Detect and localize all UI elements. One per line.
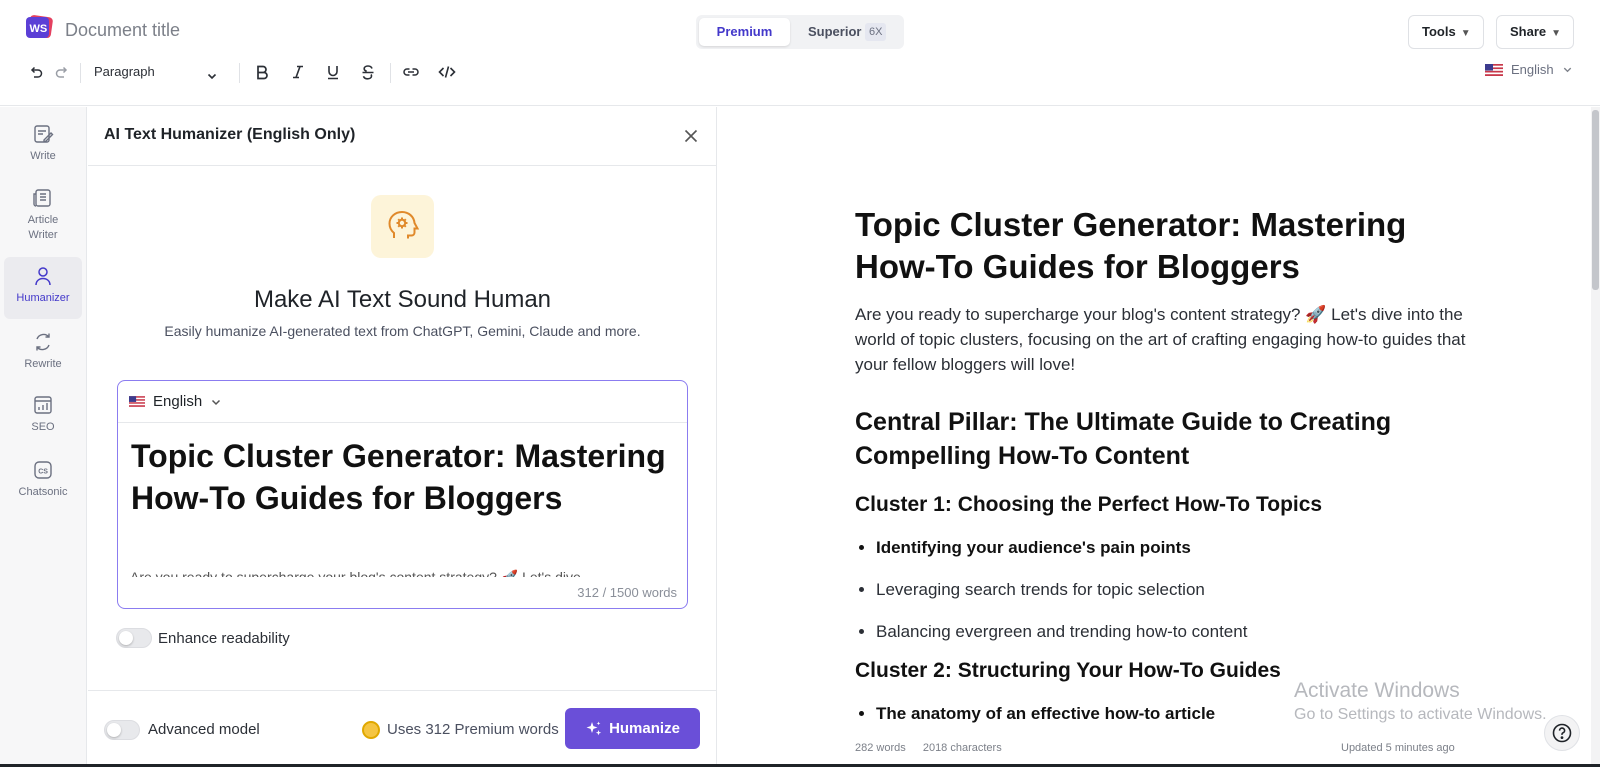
top-bar: WS Document title Premium Superior 6X To… [0,0,1600,106]
toolbar-divider [390,63,391,83]
list-item[interactable]: Balancing evergreen and trending how-to … [876,621,1475,643]
sidebar-item-article-writer[interactable]: Article Writer [4,185,82,247]
us-flag-icon [129,396,145,407]
hero-subtitle: Easily humanize AI-generated text from C… [164,323,641,339]
us-flag-icon [1485,63,1503,76]
svg-text:WS: WS [30,23,48,35]
sidebar-item-label: SEO [31,421,55,433]
chevron-down-icon [206,66,218,90]
sidebar-item-label: Article Writer [27,214,59,241]
close-icon[interactable] [680,125,702,147]
block-style-select[interactable]: Paragraph [94,60,222,84]
document-content[interactable]: Topic Cluster Generator: Mastering How-T… [855,204,1475,745]
panel-footer: Advanced model Uses 312 Premium words Hu… [88,690,717,767]
toolbar-divider [239,63,240,83]
word-stat: 282 words [855,742,906,754]
doc-pillar-heading[interactable]: Central Pillar: The Ultimate Guide to Cr… [855,405,1475,473]
tools-button-label: Tools [1422,24,1456,39]
svg-text:CS: CS [38,469,48,476]
article-icon [33,189,51,207]
panel-title: AI Text Humanizer (English Only) [104,126,356,143]
italic-icon[interactable] [286,60,310,84]
seo-icon [34,396,52,414]
bold-icon[interactable] [250,60,274,84]
left-sidebar: Write Article Writer Humanizer Rewrite S… [0,107,87,767]
plan-superior-tab[interactable]: Superior [808,18,861,46]
chevron-down-icon [1563,67,1571,73]
input-language-label: English [153,393,203,410]
word-count: 312 / 1500 words [577,585,677,600]
document-stats: 282 words 2018 characters [855,742,1016,754]
language-label: English [1511,62,1554,77]
humanizer-panel: AI Text Humanizer (English Only) Make AI… [88,107,717,767]
humanizer-hero-icon [371,195,434,258]
sidebar-item-label: Write [30,150,56,162]
activate-windows-subtitle: Go to Settings to activate Windows. [1294,706,1547,723]
plan-toggle: Premium Superior 6X [696,15,904,49]
enhance-readability-toggle[interactable] [116,628,152,648]
sidebar-item-label: Rewrite [24,358,62,370]
humanize-button[interactable]: Humanize [565,708,700,749]
input-text-preview: Are you ready to supercharge your blog's… [130,569,581,577]
doc-heading-1[interactable]: Topic Cluster Generator: Mastering How-T… [855,204,1475,288]
input-language-select[interactable]: English [118,381,687,423]
tools-button[interactable]: Tools ▼ [1408,15,1484,49]
advanced-model-toggle[interactable] [104,720,140,740]
user-icon [35,267,51,286]
doc-intro-paragraph[interactable]: Are you ready to supercharge your blog's… [855,302,1475,377]
plan-premium-tab[interactable]: Premium [699,18,790,46]
chevron-down-icon: ▼ [1551,28,1562,39]
write-icon [34,125,54,143]
block-style-value: Paragraph [94,64,155,79]
sidebar-item-write[interactable]: Write [4,121,82,181]
humanizer-input[interactable]: English Topic Cluster Generator: Masteri… [117,380,688,609]
humanize-button-label: Humanize [609,720,680,737]
input-text-heading[interactable]: Topic Cluster Generator: Mastering How-T… [131,435,671,519]
last-updated: Updated 5 minutes ago [1341,742,1455,754]
premium-words-usage: Uses 312 Premium words [387,721,559,738]
chevron-down-icon: ▼ [1460,28,1471,39]
link-icon[interactable] [399,60,423,84]
list-item[interactable]: Leveraging search trends for topic selec… [876,579,1475,601]
sidebar-item-label: Humanizer [16,292,70,304]
sidebar-item-chatsonic[interactable]: CS Chatsonic [4,457,82,513]
enhance-readability-label: Enhance readability [158,630,290,647]
help-icon[interactable] [1544,715,1580,751]
hero-title: Make AI Text Sound Human [253,286,552,313]
code-icon[interactable] [435,60,459,84]
share-button-label: Share [1510,24,1547,39]
list-item[interactable]: Identifying your audience's pain points [876,537,1475,559]
char-stat: 2018 characters [922,742,1002,754]
undo-icon[interactable] [24,60,48,84]
sidebar-item-humanizer[interactable]: Humanizer [4,257,82,319]
sidebar-item-seo[interactable]: SEO [4,392,82,448]
underline-icon[interactable] [321,60,345,84]
redo-icon[interactable] [50,60,74,84]
sidebar-item-label: Chatsonic [18,486,68,498]
doc-cluster-1-heading[interactable]: Cluster 1: Choosing the Perfect How-To T… [855,491,1475,519]
chatsonic-icon: CS [34,461,52,479]
format-toolbar: Paragraph [0,56,1600,88]
sidebar-item-rewrite[interactable]: Rewrite [4,329,82,385]
rewrite-icon [36,333,50,351]
toolbar-divider [80,63,81,83]
sparkle-icon [586,721,602,735]
panel-header: AI Text Humanizer (English Only) [88,107,717,166]
editor-scrollbar-thumb[interactable] [1592,110,1599,290]
advanced-model-label: Advanced model [148,721,260,738]
chevron-down-icon [212,399,221,405]
doc-cluster-1-list: Identifying your audience's pain points … [876,537,1475,643]
coin-icon [362,721,380,739]
language-select[interactable]: English [1485,62,1573,77]
activate-windows-title: Activate Windows [1294,679,1460,702]
plan-multiplier-badge: 6X [865,23,887,41]
writesonic-logo[interactable]: WS [25,14,53,40]
strikethrough-icon[interactable] [356,60,380,84]
document-title[interactable]: Document title [65,20,180,41]
share-button[interactable]: Share ▼ [1496,15,1574,49]
